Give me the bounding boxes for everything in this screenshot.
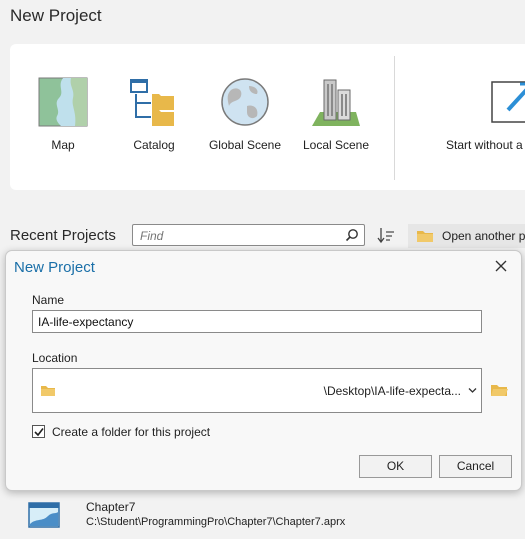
chevron-down-icon[interactable] (468, 387, 477, 394)
template-start-without[interactable]: Start without a (446, 76, 525, 152)
ok-button[interactable]: OK (359, 455, 432, 478)
location-dropdown[interactable]: \Desktop\IA-life-expecta... (32, 368, 482, 413)
close-icon[interactable] (493, 258, 509, 274)
create-folder-label: Create a folder for this project (52, 425, 211, 439)
template-gallery: Map Catalog Global Scene Local Scene Sta… (10, 44, 525, 190)
template-local-scene[interactable]: Local Scene (291, 76, 381, 152)
location-value: \Desktop\IA-life-expecta... (323, 384, 461, 398)
page-title: New Project (10, 6, 102, 25)
recent-item-path: C:\Student\ProgrammingPro\Chapter7\Chapt… (86, 516, 346, 528)
folder-icon (417, 231, 433, 242)
create-folder-checkbox[interactable] (32, 425, 45, 438)
template-label: Local Scene (302, 138, 370, 152)
template-label: Start without a (446, 138, 523, 152)
open-another-label: Open another p (442, 229, 525, 243)
recent-item-name: Chapter7 (86, 500, 136, 514)
catalog-icon (130, 79, 174, 126)
project-icon (28, 502, 60, 528)
cancel-button[interactable]: Cancel (439, 455, 512, 478)
open-another-project-button[interactable]: Open another p (408, 224, 525, 248)
start-without-template-icon (491, 81, 525, 123)
map-icon (38, 77, 88, 127)
search-icon[interactable] (345, 228, 359, 242)
template-label: Catalog (133, 138, 175, 152)
list-item[interactable]: Chapter7 C:\Student\ProgrammingPro\Chapt… (28, 498, 448, 534)
local-scene-icon (312, 79, 360, 126)
template-global-scene[interactable]: Global Scene (200, 76, 290, 152)
template-divider (394, 56, 395, 180)
new-project-dialog: New Project Name Location \Desktop\IA-li… (5, 250, 522, 491)
globe-icon (221, 78, 269, 126)
sort-icon[interactable] (376, 226, 396, 244)
template-label: Map (51, 138, 75, 152)
template-label: Global Scene (208, 138, 282, 152)
find-input[interactable] (138, 227, 347, 245)
recent-projects-title: Recent Projects (10, 227, 116, 244)
template-map[interactable]: Map (18, 76, 108, 152)
name-field[interactable] (32, 310, 482, 333)
template-catalog[interactable]: Catalog (109, 76, 199, 152)
find-box[interactable] (132, 224, 365, 246)
browse-folder-icon[interactable] (490, 383, 508, 397)
name-label: Name (32, 293, 65, 307)
folder-icon (41, 386, 55, 396)
checkmark-icon (34, 428, 44, 437)
location-label: Location (32, 351, 78, 365)
dialog-title: New Project (14, 259, 95, 276)
